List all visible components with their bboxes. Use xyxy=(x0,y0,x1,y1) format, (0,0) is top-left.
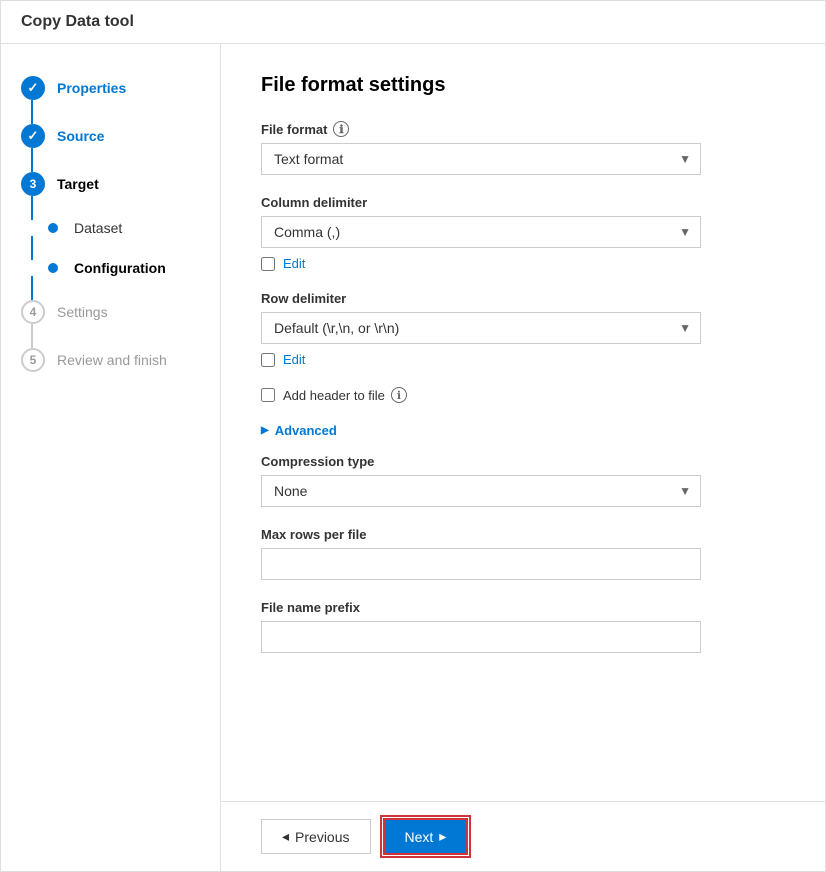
max-rows-input[interactable] xyxy=(261,548,701,580)
column-delimiter-select-wrapper: Comma (,) Semicolon (;) Tab (\t) Pipe (|… xyxy=(261,216,701,248)
max-rows-label: Max rows per file xyxy=(261,527,785,542)
file-format-label: File format ℹ xyxy=(261,121,785,137)
row-edit-checkbox[interactable] xyxy=(261,353,275,367)
step-circle-properties: ✓ xyxy=(21,76,45,100)
sidebar-item-properties[interactable]: ✓ Properties xyxy=(1,64,220,112)
sidebar-item-dataset[interactable]: Dataset xyxy=(1,208,220,248)
compression-type-label: Compression type xyxy=(261,454,785,469)
next-label: Next xyxy=(405,829,434,845)
row-delimiter-select-wrapper: Default (\r,\n, or \r\n) Carriage Return… xyxy=(261,312,701,344)
advanced-toggle[interactable]: ▶ Advanced xyxy=(261,423,785,438)
sidebar-item-review[interactable]: 5 Review and finish xyxy=(1,336,220,384)
step-circle-target: 3 xyxy=(21,172,45,196)
add-header-label: Add header to file ℹ xyxy=(283,387,407,403)
step-circle-configuration xyxy=(48,263,58,273)
file-format-select-wrapper: Text format Binary format JSON format Av… xyxy=(261,143,701,175)
add-header-group: Add header to file ℹ xyxy=(261,387,785,403)
column-delimiter-group: Column delimiter Comma (,) Semicolon (;)… xyxy=(261,195,785,271)
main-scrollable: File format settings File format ℹ Text … xyxy=(221,44,825,801)
sidebar-label-configuration: Configuration xyxy=(74,260,166,276)
row-delimiter-group: Row delimiter Default (\r,\n, or \r\n) C… xyxy=(261,291,785,367)
sidebar-item-settings[interactable]: 4 Settings xyxy=(1,288,220,336)
advanced-triangle-icon: ▶ xyxy=(261,425,269,436)
column-edit-checkbox[interactable] xyxy=(261,257,275,271)
step-circle-review: 5 xyxy=(21,348,45,372)
app-title: Copy Data tool xyxy=(21,13,134,30)
main-content: File format settings File format ℹ Text … xyxy=(221,44,825,871)
advanced-label: Advanced xyxy=(275,423,337,438)
next-button[interactable]: Next ▸ xyxy=(383,818,469,855)
row-delimiter-select[interactable]: Default (\r,\n, or \r\n) Carriage Return… xyxy=(261,312,701,344)
file-name-prefix-group: File name prefix xyxy=(261,600,785,653)
file-format-group: File format ℹ Text format Binary format … xyxy=(261,121,785,175)
sidebar-item-source[interactable]: ✓ Source xyxy=(1,112,220,160)
add-header-checkbox[interactable] xyxy=(261,388,275,402)
file-format-select[interactable]: Text format Binary format JSON format Av… xyxy=(261,143,701,175)
compression-type-select[interactable]: None bzip2 gzip deflate ZipDeflate snapp… xyxy=(261,475,701,507)
max-rows-group: Max rows per file xyxy=(261,527,785,580)
previous-chevron-icon: ◂ xyxy=(282,828,289,845)
app-header: Copy Data tool xyxy=(1,1,825,44)
sidebar: ✓ Properties ✓ Source 3 Target xyxy=(1,44,221,871)
column-delimiter-select[interactable]: Comma (,) Semicolon (;) Tab (\t) Pipe (|… xyxy=(261,216,701,248)
sidebar-item-target[interactable]: 3 Target xyxy=(1,160,220,208)
sidebar-label-properties: Properties xyxy=(57,80,126,96)
previous-button[interactable]: ◂ Previous xyxy=(261,819,371,854)
sidebar-label-dataset: Dataset xyxy=(74,220,122,236)
file-name-prefix-input[interactable] xyxy=(261,621,701,653)
column-edit-row: Edit xyxy=(261,256,785,271)
row-edit-label[interactable]: Edit xyxy=(283,352,305,367)
add-header-row: Add header to file ℹ xyxy=(261,387,785,403)
next-chevron-icon: ▸ xyxy=(439,828,446,845)
previous-label: Previous xyxy=(295,829,349,845)
column-delimiter-label: Column delimiter xyxy=(261,195,785,210)
row-delimiter-label: Row delimiter xyxy=(261,291,785,306)
row-edit-row: Edit xyxy=(261,352,785,367)
sidebar-label-settings: Settings xyxy=(57,304,108,320)
step-circle-source: ✓ xyxy=(21,124,45,148)
step-circle-dataset xyxy=(48,223,58,233)
sidebar-label-review: Review and finish xyxy=(57,352,167,368)
add-header-info-icon[interactable]: ℹ xyxy=(391,387,407,403)
compression-type-select-wrapper: None bzip2 gzip deflate ZipDeflate snapp… xyxy=(261,475,701,507)
sidebar-item-configuration[interactable]: Configuration xyxy=(1,248,220,288)
main-footer: ◂ Previous Next ▸ xyxy=(221,801,825,871)
column-edit-label[interactable]: Edit xyxy=(283,256,305,271)
sidebar-label-target: Target xyxy=(57,176,99,192)
section-title: File format settings xyxy=(261,74,785,97)
compression-type-group: Compression type None bzip2 gzip deflate… xyxy=(261,454,785,507)
file-name-prefix-label: File name prefix xyxy=(261,600,785,615)
step-circle-settings: 4 xyxy=(21,300,45,324)
sidebar-label-source: Source xyxy=(57,128,104,144)
file-format-info-icon[interactable]: ℹ xyxy=(333,121,349,137)
